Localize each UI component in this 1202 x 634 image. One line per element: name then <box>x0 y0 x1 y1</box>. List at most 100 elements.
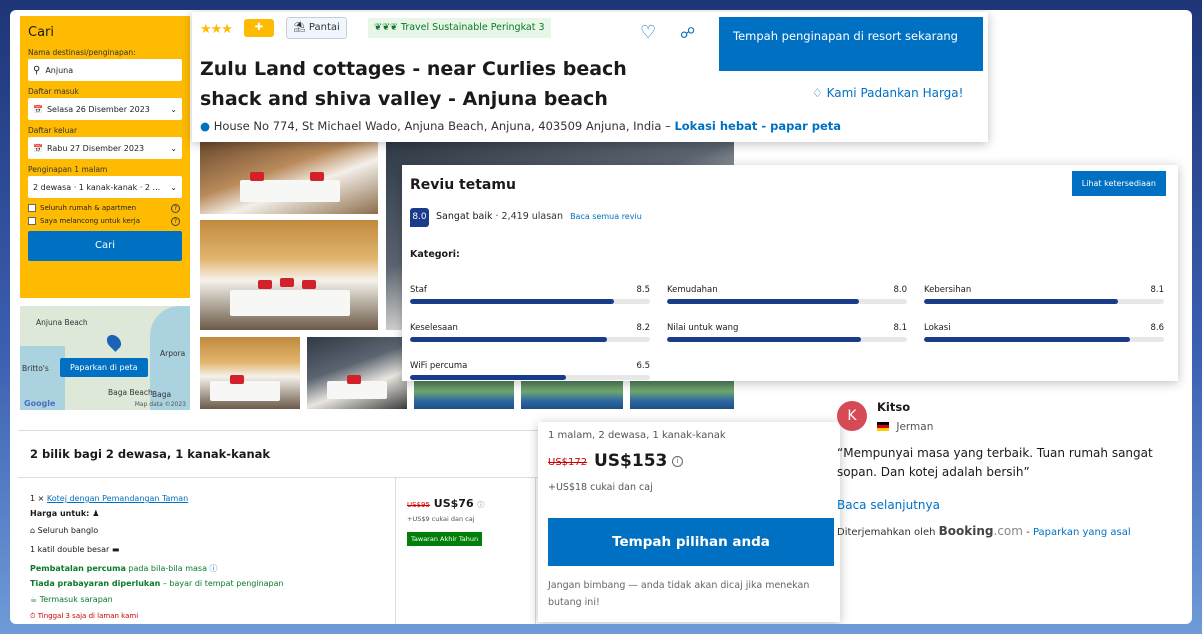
show-original-link[interactable]: Paparkan yang asal <box>1033 527 1131 538</box>
category-score: 8.2 <box>636 323 650 333</box>
room-price: US$95 US$76 ⓘ <box>407 497 484 510</box>
review-count: · 2,419 ulasan <box>495 211 564 222</box>
show-map-link[interactable]: Lokasi hebat - papar peta <box>674 119 841 133</box>
score-bar-track <box>924 337 1164 342</box>
room-name-link[interactable]: Kotej dengan Pemandangan Taman <box>47 494 188 503</box>
pool-photo[interactable] <box>414 380 514 409</box>
map-label: Baga <box>152 390 172 399</box>
option-whole-home[interactable]: Seluruh rumah & apartmen ? <box>28 203 182 213</box>
category-score: 8.1 <box>1150 285 1164 295</box>
bed-icon: ▬ <box>111 545 120 554</box>
price-match-link[interactable]: ♢ Kami Padankan Harga! <box>812 86 963 100</box>
checkbox[interactable] <box>28 204 36 212</box>
score-bar-track <box>667 337 907 342</box>
occupancy-text: 1 malam, 2 dewasa, 1 kanak-kanak <box>548 430 726 441</box>
sustainable-badge[interactable]: ❦❦❦ Travel Sustainable Peringkat 3 <box>368 18 551 38</box>
checkout-label: Daftar keluar <box>28 126 78 135</box>
score-label: Sangat baik <box>436 211 493 222</box>
score-bar-fill <box>667 337 862 342</box>
see-availability-button[interactable]: Lihat ketersediaan <box>1071 171 1166 196</box>
star-rating: ★★★ <box>200 22 233 37</box>
guests-select[interactable]: 2 dewasa · 1 kanak-kanak · 2 ... ⌄ <box>28 176 182 198</box>
checkbox[interactable] <box>28 217 36 225</box>
info-icon[interactable]: ⓘ <box>477 501 484 509</box>
score-bar-fill <box>667 299 859 304</box>
search-button[interactable]: Cari <box>28 231 182 261</box>
guests-value: 2 dewasa · 1 kanak-kanak · 2 ... <box>33 182 161 192</box>
room-photo[interactable] <box>307 337 407 409</box>
map-label: Britto's <box>22 364 49 373</box>
scarcity-line: ⏱ Tinggal 3 saja di laman kami <box>30 612 138 621</box>
room-photo[interactable] <box>200 337 300 409</box>
search-title: Cari <box>28 25 54 40</box>
free-cancellation: Pembatalan percuma <box>30 564 126 573</box>
person-icon: ♟ <box>92 509 100 518</box>
room-type-line: ⌂ Seluruh banglo <box>30 526 98 535</box>
review-score-badge: 8.0 <box>410 208 429 227</box>
guest-testimonial: K Kitso Jerman “Mempunyai masa yang terb… <box>832 396 1182 566</box>
map-attribution: Map data ©2023 <box>134 401 186 408</box>
room-tax: +US$9 cukai dan caj <box>407 515 475 523</box>
score-bar-fill <box>410 337 607 342</box>
checkout-date-picker[interactable]: 📅 Rabu 27 Disember 2023 ⌄ <box>28 137 182 159</box>
price-match-label: Kami Padankan Harga! <box>826 86 964 100</box>
category-score: 6.5 <box>636 361 650 371</box>
score-bar-fill <box>924 337 1131 342</box>
no-prepayment: Tiada prabayaran diperlukan <box>30 579 161 588</box>
divider <box>395 477 396 624</box>
booking-brand: Booking <box>938 524 994 538</box>
search-panel: Cari Nama destinasi/penginapan: ⚲ Anjuna… <box>20 16 190 298</box>
reassurance-note: Jangan bimbang — anda tidak akan dicaj j… <box>548 580 810 609</box>
old-price: US$172 <box>548 457 588 468</box>
breakfast-line: ☕ Termasuk sarapan <box>30 595 113 604</box>
review-category: WiFi percuma 6.5 <box>410 361 650 380</box>
reserve-selection-button[interactable]: Tempah pilihan anda <box>548 518 834 566</box>
info-icon[interactable]: ⓘ <box>210 564 218 573</box>
read-all-reviews-link[interactable]: Baca semua reviu <box>570 212 642 221</box>
share-icon[interactable]: ☍ <box>680 22 702 44</box>
map-label: Baga Beach <box>108 388 153 397</box>
info-icon[interactable]: ? <box>171 203 180 213</box>
map-label: Anjuna Beach <box>36 318 88 327</box>
room-photo[interactable] <box>200 220 378 330</box>
reviewer-name: Kitso <box>877 400 911 414</box>
room-name-line: 1 × Kotej dengan Pemandangan Taman <box>30 494 188 503</box>
score-bar-track <box>410 375 650 380</box>
room-photo[interactable] <box>200 142 378 214</box>
category-score: 8.5 <box>636 285 650 295</box>
heart-icon[interactable]: ♡ <box>640 22 662 44</box>
booking-brand-suffix: .com <box>993 524 1023 538</box>
destination-label: Nama destinasi/penginapan: <box>28 48 136 57</box>
rating-summary: Sangat baik · 2,419 ulasan Baca semua re… <box>436 211 642 222</box>
beach-badge: ⛱ Pantai <box>286 17 347 39</box>
category-name: Kebersihan <box>924 285 972 295</box>
chevron-down-icon: ⌄ <box>170 182 177 192</box>
coffee-icon: ☕ <box>30 595 38 604</box>
info-icon[interactable]: i <box>672 456 683 467</box>
checkin-date-picker[interactable]: 📅 Selasa 26 Disember 2023 ⌄ <box>28 98 182 120</box>
show-on-map-button[interactable]: Paparkan di peta <box>60 358 148 377</box>
pool-photo[interactable] <box>521 380 623 409</box>
property-title: Zulu Land cottages - near Curlies beach … <box>200 58 627 111</box>
translation-line: Diterjemahkan oleh Booking.com - Paparka… <box>837 524 1131 538</box>
option-label: Saya melancong untuk kerja <box>40 217 140 225</box>
score-bar-fill <box>924 299 1119 304</box>
bed-line: 1 katil double besar ▬ <box>30 545 119 554</box>
map-preview[interactable]: Anjuna Beach Arpora Britto's Baga Beach … <box>20 306 190 410</box>
info-icon[interactable]: ? <box>171 216 180 226</box>
option-business[interactable]: Saya melancong untuk kerja ? <box>28 216 182 226</box>
score-bar-fill <box>410 299 614 304</box>
calendar-icon: 📅 <box>33 143 43 153</box>
reserve-now-button[interactable]: Tempah penginapan di resort sekarang <box>719 17 983 71</box>
price-for-label: Harga untuk: <box>30 509 90 518</box>
read-more-link[interactable]: Baca selanjutnya <box>837 498 940 512</box>
review-category: Nilai untuk wang 8.1 <box>667 323 907 342</box>
review-category: Keselesaan 8.2 <box>410 323 650 342</box>
checkin-label: Daftar masuk <box>28 87 79 96</box>
review-category: Staf 8.5 <box>410 285 650 304</box>
prepayment-detail: – bayar di tempat penginapan <box>162 579 284 588</box>
pool-photo[interactable] <box>630 380 734 409</box>
category-name: Keselesaan <box>410 323 458 333</box>
destination-input[interactable]: ⚲ Anjuna <box>28 59 182 81</box>
room-qty: 1 × <box>30 494 45 503</box>
